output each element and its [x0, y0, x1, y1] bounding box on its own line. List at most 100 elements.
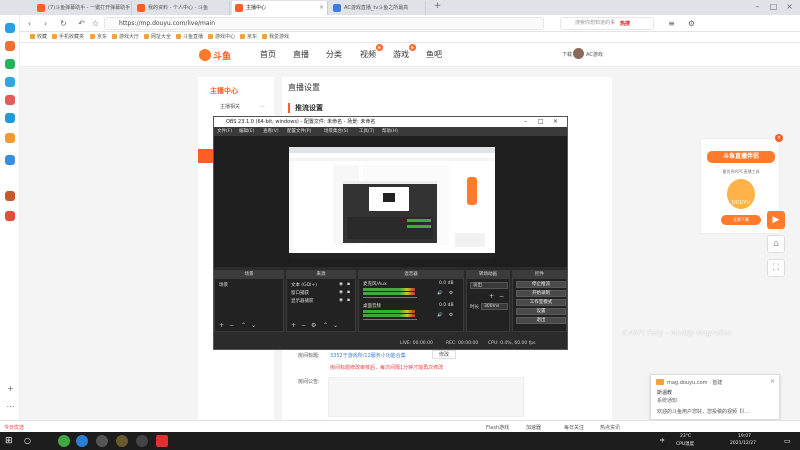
- download-link[interactable]: 下载: [562, 51, 572, 58]
- download-button[interactable]: 立即下载: [721, 215, 761, 225]
- sidebar-app-icon[interactable]: [5, 77, 15, 87]
- sidebar-app-icon[interactable]: [5, 23, 15, 33]
- browser-tab[interactable]: (7)斗鱼弹幕助手 - 一键打开弹幕助手: [34, 1, 132, 15]
- taskbar-app-icon[interactable]: [58, 435, 70, 447]
- speaker-icon[interactable]: 🔊: [437, 313, 443, 318]
- minimize-icon[interactable]: –: [752, 1, 763, 12]
- bookmark-item[interactable]: 游戏大厅: [112, 33, 139, 40]
- stop-streaming-button[interactable]: 停止推流: [516, 281, 566, 288]
- source-item[interactable]: 窗口捕获: [291, 290, 309, 296]
- bookmark-item[interactable]: 京东: [240, 33, 257, 40]
- undo-icon[interactable]: ↶: [76, 18, 87, 29]
- status-left[interactable]: 今日优选: [4, 424, 24, 431]
- volume-slider[interactable]: [363, 297, 417, 298]
- obs-window[interactable]: OBS 23.1.0 (64-bit, windows) - 配置文件: 未命名…: [213, 116, 568, 350]
- lock-icon[interactable]: ▪: [347, 290, 350, 295]
- duration-input[interactable]: 300ms: [481, 303, 508, 310]
- volume-slider[interactable]: [363, 319, 417, 320]
- menu-tools[interactable]: 工具(T): [359, 128, 374, 134]
- settings-button[interactable]: 设置: [516, 308, 566, 315]
- clock-time[interactable]: 19:07: [738, 434, 751, 439]
- sidebar-app-icon[interactable]: [5, 41, 15, 51]
- move-up-icon[interactable]: ⌃: [323, 322, 328, 329]
- obs-preview[interactable]: [214, 136, 567, 267]
- source-item[interactable]: 显示器捕获: [291, 298, 314, 304]
- forward-icon[interactable]: ›: [40, 18, 51, 29]
- room-notice-textarea[interactable]: [328, 377, 524, 417]
- status-item[interactable]: Flash游戏: [486, 424, 509, 431]
- nav-category[interactable]: 分类: [326, 49, 342, 60]
- play-icon[interactable]: ▶: [767, 211, 785, 229]
- gear-icon[interactable]: ⚙: [311, 322, 316, 329]
- clock-date[interactable]: 2021/12/27: [730, 441, 756, 446]
- sidebar-app-icon[interactable]: [5, 95, 15, 105]
- close-window-icon[interactable]: ×: [784, 1, 795, 12]
- menu-help[interactable]: 帮助(H): [382, 128, 398, 134]
- minimize-icon[interactable]: –: [524, 117, 527, 127]
- add-icon[interactable]: +: [219, 322, 224, 329]
- bookmark-item[interactable]: 斗鱼直播: [176, 33, 203, 40]
- menu-edit[interactable]: 编辑(E): [239, 128, 254, 134]
- back-icon[interactable]: ‹: [24, 18, 35, 29]
- start-recording-button[interactable]: 开始录制: [516, 290, 566, 297]
- sidebar-item-anchor[interactable]: 主播相关: [220, 103, 240, 110]
- sidebar-app-icon[interactable]: [5, 155, 15, 165]
- visibility-eye-icon[interactable]: ◉: [339, 282, 343, 287]
- douyu-logo[interactable]: 斗鱼: [198, 47, 238, 63]
- close-icon[interactable]: ×: [775, 134, 783, 142]
- remove-icon[interactable]: −: [301, 322, 306, 329]
- notification-toast[interactable]: mag.douyu.com · 首建 × 斯温教 系统通知 欢迎的斗鱼用户您好，…: [650, 374, 780, 420]
- remove-icon[interactable]: −: [499, 293, 504, 300]
- sidebar-app-icon[interactable]: [5, 211, 15, 221]
- search-icon[interactable]: ○: [24, 436, 31, 445]
- exit-button[interactable]: 退出: [516, 317, 566, 324]
- lock-icon[interactable]: ▪: [347, 282, 350, 287]
- move-down-icon[interactable]: ⌄: [333, 322, 338, 329]
- gear-icon[interactable]: ⚙: [449, 291, 453, 296]
- obs-taskbar-icon[interactable]: [136, 435, 148, 447]
- source-item[interactable]: 文本 (GDI+): [291, 282, 317, 288]
- avatar[interactable]: [573, 48, 584, 59]
- obs-titlebar[interactable]: OBS 23.1.0 (64-bit, windows) - 配置文件: 未命名…: [214, 117, 567, 127]
- status-item[interactable]: 加速器: [526, 424, 541, 431]
- menu-file[interactable]: 文件(F): [217, 128, 232, 134]
- close-icon[interactable]: ×: [319, 1, 324, 15]
- bookmark-item[interactable]: 收藏: [30, 33, 47, 40]
- close-icon[interactable]: ×: [553, 117, 558, 127]
- sidebar-app-icon[interactable]: [5, 113, 15, 123]
- browser-taskbar-icon[interactable]: [156, 435, 168, 447]
- speaker-icon[interactable]: 🔊: [437, 291, 443, 296]
- status-item[interactable]: 热点资讯: [600, 424, 620, 431]
- maximize-icon[interactable]: □: [538, 117, 544, 127]
- bookmark-item[interactable]: 网址大全: [144, 33, 171, 40]
- bookmark-item[interactable]: 游戏中心: [208, 33, 235, 40]
- menu-scene-collection[interactable]: 场景集合(S): [324, 128, 348, 134]
- more-icon[interactable]: ⋯: [5, 401, 16, 412]
- move-down-icon[interactable]: ⌄: [251, 322, 256, 329]
- notification-center-icon[interactable]: ▭: [784, 437, 791, 445]
- input-language[interactable]: 中: [660, 438, 665, 444]
- close-icon[interactable]: ×: [770, 378, 775, 385]
- bookmark-item[interactable]: 我爱游戏: [262, 33, 289, 40]
- taskbar-app-icon[interactable]: [76, 435, 88, 447]
- taskbar-app-icon[interactable]: [116, 435, 128, 447]
- status-item[interactable]: 每日关注: [564, 424, 584, 431]
- menu-icon[interactable]: ≡: [666, 18, 677, 29]
- sidebar-app-icon[interactable]: [5, 133, 15, 143]
- bookmark-item[interactable]: 京东: [90, 33, 107, 40]
- refresh-icon[interactable]: ↻: [58, 18, 69, 29]
- browser-tab[interactable]: AC游戏直播_tv斗鱼之所最高: [330, 1, 426, 15]
- visibility-eye-icon[interactable]: ◉: [339, 298, 343, 303]
- add-icon[interactable]: +: [489, 293, 494, 300]
- menu-profile[interactable]: 配置文件(P): [287, 128, 311, 134]
- scene-item[interactable]: 场景: [219, 282, 228, 288]
- maximize-icon[interactable]: □: [768, 1, 779, 12]
- url-input[interactable]: https://mp.douyu.com/live/main: [104, 17, 544, 30]
- home-icon[interactable]: ⌂: [767, 235, 785, 253]
- nav-home[interactable]: 首页: [260, 49, 276, 60]
- add-icon[interactable]: +: [291, 322, 296, 329]
- bookmark-item[interactable]: 手机收藏夹: [52, 33, 84, 40]
- menu-view[interactable]: 查看(V): [263, 128, 279, 134]
- windows-start-icon[interactable]: ⊞: [5, 436, 13, 446]
- browser-tab[interactable]: 我的资料 - 个人中心 - 斗鱼: [134, 1, 230, 15]
